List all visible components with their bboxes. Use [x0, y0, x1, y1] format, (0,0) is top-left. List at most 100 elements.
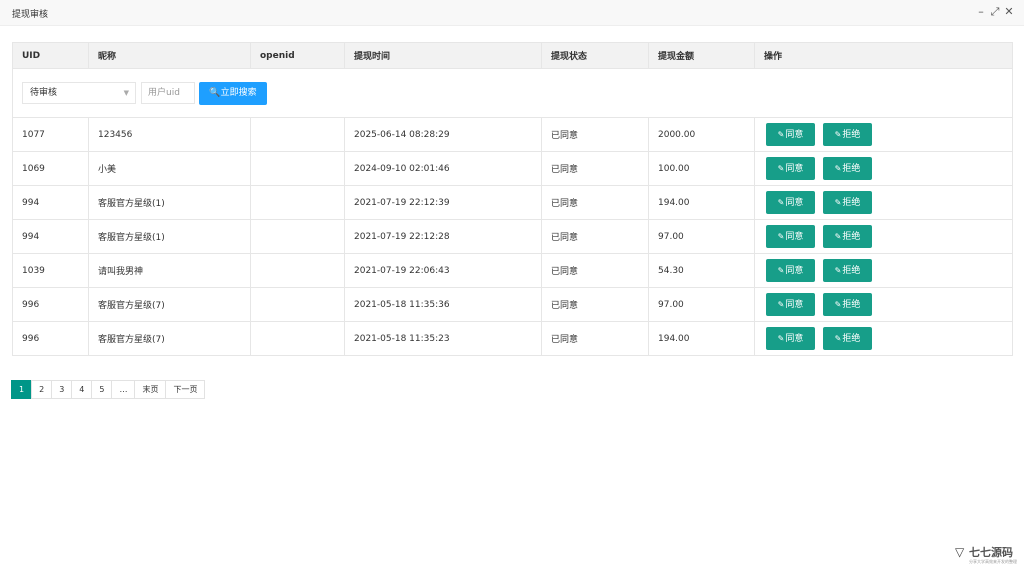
- pencil-icon: ✎: [777, 164, 785, 173]
- cell-amount: 97.00: [648, 287, 755, 322]
- header-actions: 操作: [754, 42, 1013, 69]
- cell-status: 已同意: [541, 219, 649, 254]
- cell-actions: ✎同意 ✎拒绝: [754, 185, 1013, 220]
- cell-amount: 54.30: [648, 253, 755, 288]
- maximize-icon[interactable]: ⤢: [989, 6, 1001, 18]
- withdraw-table: UID 昵称 openid 提现时间 提现状态 提现金额 操作 待审核 ▼ 用户…: [12, 42, 1013, 356]
- approve-button-label: 同意: [785, 334, 804, 344]
- reject-button[interactable]: ✎拒绝: [823, 191, 872, 214]
- cell-openid: [250, 287, 345, 322]
- watermark: ▽ 七七源码 分享大学高效来开发的整理: [955, 543, 1017, 567]
- cell-uid: 1069: [12, 151, 89, 186]
- cell-openid: [250, 253, 345, 288]
- approve-button-label: 同意: [785, 300, 804, 310]
- approve-button-label: 同意: [785, 164, 804, 174]
- header-amount: 提现金额: [648, 42, 755, 69]
- cell-nickname: 客服官方星级(7): [88, 287, 251, 322]
- pencil-icon: ✎: [777, 232, 785, 241]
- close-icon[interactable]: ✕: [1003, 6, 1015, 18]
- page-item[interactable]: 4: [71, 380, 93, 399]
- header-time: 提现时间: [344, 42, 542, 69]
- status-select-value: 待审核: [30, 88, 58, 98]
- table-row: 1039 请叫我男神 2021-07-19 22:06:43 已同意 54.30 ✎同意 ✎…: [12, 253, 1013, 288]
- pencil-icon: ✎: [777, 334, 785, 343]
- reject-button-label: 拒绝: [842, 266, 861, 276]
- reject-button[interactable]: ✎拒绝: [823, 259, 872, 282]
- approve-button[interactable]: ✎同意: [766, 259, 815, 282]
- pencil-icon: ✎: [834, 130, 842, 139]
- pagination: 1 2 3 4 5… 末页 下一页: [11, 380, 206, 399]
- cell-status: 已同意: [541, 253, 649, 288]
- cell-openid: [250, 151, 345, 186]
- status-select[interactable]: 待审核 ▼: [22, 82, 136, 104]
- cell-time: 2021-07-19 22:12:28: [344, 219, 542, 254]
- reject-button[interactable]: ✎拒绝: [823, 123, 872, 146]
- cell-openid: [250, 321, 345, 356]
- approve-button[interactable]: ✎同意: [766, 123, 815, 146]
- cell-status: 已同意: [541, 117, 649, 152]
- reject-button-label: 拒绝: [842, 334, 861, 344]
- cell-nickname: 123456: [88, 117, 251, 152]
- reject-button[interactable]: ✎拒绝: [823, 157, 872, 180]
- cell-time: 2025-06-14 08:28:29: [344, 117, 542, 152]
- table-row: 996 客服官方星级(7) 2021-05-18 11:35:36 已同意 97.00 ✎…: [12, 287, 1013, 322]
- cell-openid: [250, 219, 345, 254]
- cell-actions: ✎同意 ✎拒绝: [754, 253, 1013, 288]
- search-icon: 🔍: [209, 87, 221, 98]
- header-nickname: 昵称: [88, 42, 251, 69]
- cell-actions: ✎同意 ✎拒绝: [754, 321, 1013, 356]
- header-status: 提现状态: [541, 42, 649, 69]
- reject-button[interactable]: ✎拒绝: [823, 225, 872, 248]
- reject-button-label: 拒绝: [842, 232, 861, 242]
- approve-button-label: 同意: [785, 232, 804, 242]
- cell-time: 2021-07-19 22:12:39: [344, 185, 542, 220]
- approve-button[interactable]: ✎同意: [766, 157, 815, 180]
- approve-button[interactable]: ✎同意: [766, 293, 815, 316]
- cell-uid: 996: [12, 321, 89, 356]
- cell-status: 已同意: [541, 185, 649, 220]
- cell-uid: 994: [12, 219, 89, 254]
- cell-amount: 97.00: [648, 219, 755, 254]
- pencil-icon: ✎: [834, 334, 842, 343]
- search-button[interactable]: 🔍立即搜索: [199, 81, 267, 105]
- cell-amount: 2000.00: [648, 117, 755, 152]
- approve-button[interactable]: ✎同意: [766, 191, 815, 214]
- page-item[interactable]: 2: [31, 380, 53, 399]
- pencil-icon: ✎: [777, 198, 785, 207]
- uid-search-input[interactable]: 用户uid: [141, 82, 195, 104]
- approve-button[interactable]: ✎同意: [766, 225, 815, 248]
- pencil-icon: ✎: [834, 266, 842, 275]
- cell-uid: 1039: [12, 253, 89, 288]
- header-openid: openid: [250, 42, 345, 69]
- cell-amount: 194.00: [648, 185, 755, 220]
- approve-button[interactable]: ✎同意: [766, 327, 815, 350]
- page-item[interactable]: 5: [91, 380, 113, 399]
- reject-button-label: 拒绝: [842, 164, 861, 174]
- page-item[interactable]: 下一页: [165, 380, 206, 399]
- cell-actions: ✎同意 ✎拒绝: [754, 117, 1013, 152]
- page-item[interactable]: 末页: [134, 380, 167, 399]
- minimize-icon[interactable]: –: [975, 6, 987, 18]
- cell-status: 已同意: [541, 151, 649, 186]
- header-uid: UID: [12, 42, 89, 69]
- page-item[interactable]: 1: [11, 380, 33, 399]
- page-item[interactable]: 3: [51, 380, 73, 399]
- cell-nickname: 请叫我男神: [88, 253, 251, 288]
- cell-openid: [250, 117, 345, 152]
- cell-uid: 996: [12, 287, 89, 322]
- table-row: 1077 123456 2025-06-14 08:28:29 已同意 2000.00 ✎…: [12, 117, 1013, 152]
- cell-time: 2024-09-10 02:01:46: [344, 151, 542, 186]
- pencil-icon: ✎: [777, 266, 785, 275]
- table-row: 994 客服官方星级(1) 2021-07-19 22:12:28 已同意 97.00 ✎…: [12, 219, 1013, 254]
- pencil-icon: ✎: [777, 130, 785, 139]
- approve-button-label: 同意: [785, 130, 804, 140]
- reject-button[interactable]: ✎拒绝: [823, 327, 872, 350]
- reject-button[interactable]: ✎拒绝: [823, 293, 872, 316]
- cell-time: 2021-05-18 11:35:23: [344, 321, 542, 356]
- cell-actions: ✎同意 ✎拒绝: [754, 219, 1013, 254]
- page-item: …: [111, 380, 136, 399]
- cell-time: 2021-05-18 11:35:36: [344, 287, 542, 322]
- reject-button-label: 拒绝: [842, 198, 861, 208]
- watermark-logo-icon: ▽: [955, 545, 965, 559]
- pencil-icon: ✎: [777, 300, 785, 309]
